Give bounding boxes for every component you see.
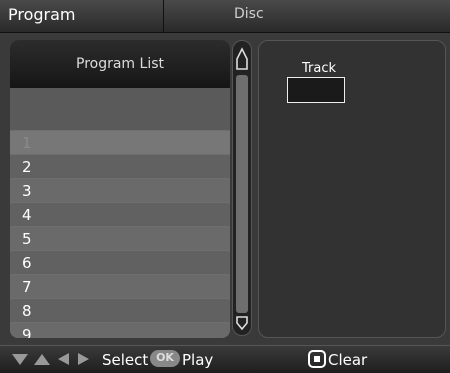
list-item-number: 5 bbox=[22, 230, 32, 248]
program-list-panel: Program List 1 2 3 4 5 6 7 8 9 10 bbox=[10, 40, 230, 338]
tab-disc-label: Disc bbox=[234, 6, 264, 22]
play-hint-label: Play bbox=[182, 351, 214, 369]
list-item-number: 4 bbox=[22, 206, 32, 224]
list-item[interactable]: 3 bbox=[10, 178, 230, 202]
ok-button-label: OK bbox=[156, 351, 174, 364]
track-label: Track bbox=[302, 61, 337, 76]
ok-button-icon: OK bbox=[150, 350, 180, 367]
select-hint-label: Select bbox=[102, 351, 149, 369]
list-item[interactable]: 5 bbox=[10, 226, 230, 250]
program-list-header: Program List bbox=[10, 40, 230, 88]
arrow-down-icon bbox=[10, 351, 30, 371]
arrow-left-icon bbox=[55, 351, 71, 371]
arrow-up-icon bbox=[32, 351, 52, 371]
list-item[interactable]: 7 bbox=[10, 274, 230, 298]
clear-hint-label: Clear bbox=[328, 351, 368, 369]
list-item[interactable]: 6 bbox=[10, 250, 230, 274]
scroll-down-icon[interactable] bbox=[235, 315, 249, 331]
list-item[interactable]: 9 bbox=[10, 322, 230, 338]
list-item-number: 6 bbox=[22, 254, 32, 272]
tab-program[interactable]: Program bbox=[0, 0, 164, 32]
program-list-scrollbar[interactable] bbox=[232, 40, 252, 336]
scroll-thumb[interactable] bbox=[236, 75, 248, 313]
track-input[interactable] bbox=[287, 77, 345, 103]
list-item-number: 2 bbox=[22, 158, 32, 176]
bottom-hint-bar: Select OK Play Clear bbox=[0, 345, 450, 373]
list-item[interactable]: 2 bbox=[10, 154, 230, 178]
scroll-up-icon[interactable] bbox=[235, 45, 249, 71]
program-list-title: Program List bbox=[76, 56, 164, 72]
list-item-number: 9 bbox=[22, 326, 32, 338]
list-item-number: 8 bbox=[22, 302, 32, 320]
stop-button-icon bbox=[308, 350, 326, 368]
list-item[interactable]: 1 bbox=[10, 130, 230, 154]
list-item-number: 3 bbox=[22, 182, 32, 200]
arrow-right-icon bbox=[76, 351, 92, 371]
list-item[interactable]: 4 bbox=[10, 202, 230, 226]
list-item-number: 7 bbox=[22, 278, 32, 296]
top-tab-bar: Program Disc bbox=[0, 0, 450, 33]
list-item-number: 1 bbox=[22, 134, 32, 152]
tab-disc[interactable]: Disc bbox=[164, 0, 450, 32]
tab-program-label: Program bbox=[8, 5, 76, 24]
track-panel: Track bbox=[258, 40, 446, 338]
list-item[interactable]: 8 bbox=[10, 298, 230, 322]
program-list-rows: 1 2 3 4 5 6 7 8 9 10 bbox=[10, 130, 230, 338]
